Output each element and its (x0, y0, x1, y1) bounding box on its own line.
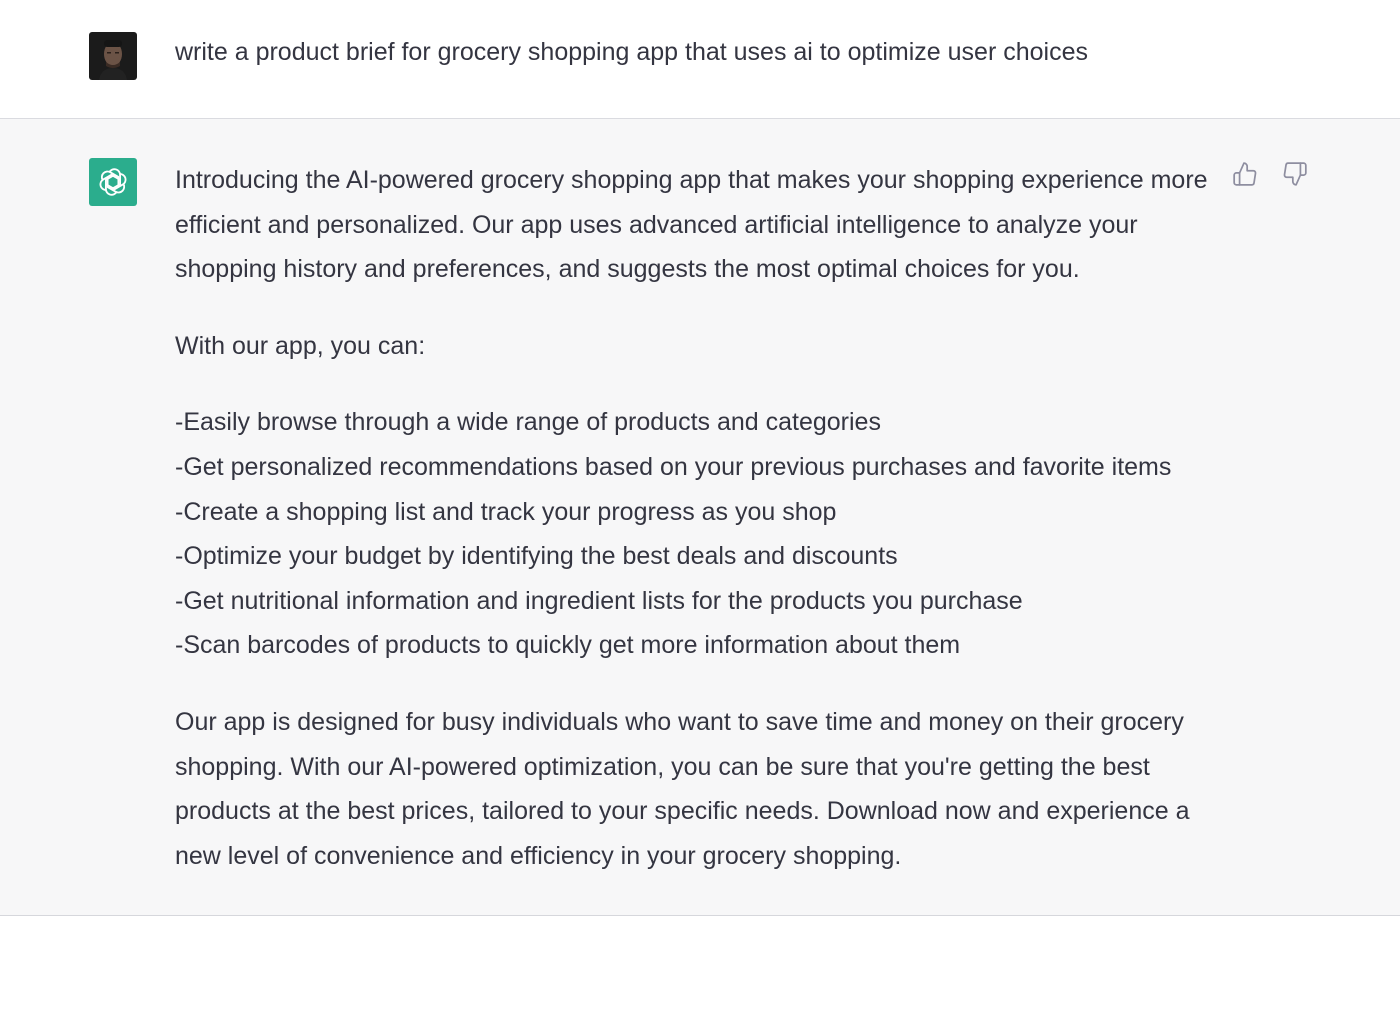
thumbs-up-button[interactable] (1230, 159, 1260, 189)
response-closing: Our app is designed for busy individuals… (175, 707, 1190, 870)
assistant-response: Introducing the AI-powered grocery shopp… (175, 158, 1220, 878)
response-intro: Introducing the AI-powered grocery shopp… (175, 166, 1208, 284)
user-message-row: write a product brief for grocery shoppi… (0, 0, 1400, 119)
user-message-text: write a product brief for grocery shoppi… (175, 38, 1088, 66)
list-item: -Get nutritional information and ingredi… (175, 586, 1023, 615)
bottom-blank-area (0, 916, 1400, 1017)
list-item: -Get personalized recommendations based … (175, 452, 1172, 481)
thumbs-up-icon (1233, 162, 1257, 186)
list-item: -Optimize your budget by identifying the… (175, 542, 898, 571)
chat-page: write a product brief for grocery shoppi… (0, 0, 1400, 1017)
feature-list: -Easily browse through a wide range of p… (175, 400, 1220, 668)
feedback-buttons (1230, 159, 1310, 189)
list-item: -Easily browse through a wide range of p… (175, 408, 881, 437)
list-item: -Create a shopping list and track your p… (175, 497, 837, 526)
thumbs-down-button[interactable] (1280, 159, 1310, 189)
openai-logo-icon (89, 158, 137, 206)
response-list-heading: With our app, you can: (175, 331, 426, 360)
user-avatar (89, 32, 137, 80)
assistant-message-row: Introducing the AI-powered grocery shopp… (0, 119, 1400, 916)
list-item: -Scan barcodes of products to quickly ge… (175, 631, 961, 660)
thumbs-down-icon (1283, 162, 1307, 186)
